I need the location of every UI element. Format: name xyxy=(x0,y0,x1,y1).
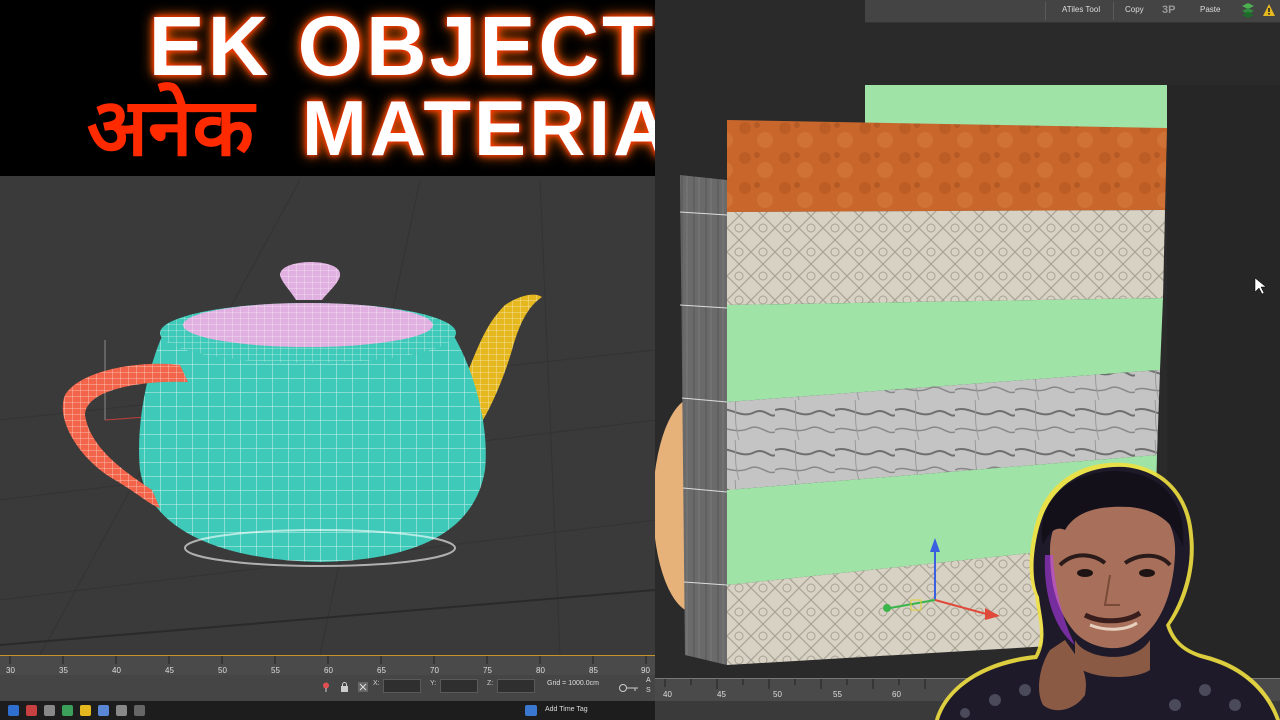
title-hindi-word: अनेक xyxy=(86,81,254,174)
tick-label: 90 xyxy=(641,666,650,675)
app-icon[interactable] xyxy=(44,705,55,716)
tick-label: 55 xyxy=(271,666,280,675)
presenter-webcam xyxy=(935,462,1280,720)
band-rust xyxy=(727,120,1167,212)
bottom-strip: Add Time Tag xyxy=(0,701,655,720)
copy-button[interactable]: Copy xyxy=(1125,0,1144,22)
tick-label: 65 xyxy=(377,666,386,675)
tick-label: 45 xyxy=(717,690,726,699)
app-icon[interactable] xyxy=(98,705,109,716)
tick-label: 45 xyxy=(165,666,174,675)
app-icon[interactable] xyxy=(116,705,127,716)
grid-size-text: Grid = 1000.0cm xyxy=(547,680,599,687)
time-ruler[interactable]: 30 35 40 45 50 55 60 65 70 75 80 85 90 xyxy=(0,655,655,676)
tick-label: 30 xyxy=(6,666,15,675)
paste-button[interactable]: Paste xyxy=(1200,0,1220,22)
x-coord-label: X: xyxy=(373,680,380,687)
tick-label: 35 xyxy=(59,666,68,675)
band-green-top xyxy=(865,85,1167,128)
add-time-tag-button[interactable]: Add Time Tag xyxy=(545,706,588,713)
wall-side-face xyxy=(680,175,727,665)
tick-label: 50 xyxy=(773,690,782,699)
status-bar: X: Y: Z: Grid = 1000.0cm A S xyxy=(0,675,655,701)
layers-icon[interactable] xyxy=(1241,2,1255,18)
tick-label: 40 xyxy=(112,666,121,675)
band-pattern xyxy=(727,210,1165,305)
tick-label: 40 xyxy=(663,690,672,699)
tick-label: 70 xyxy=(430,666,439,675)
warning-icon[interactable] xyxy=(1262,3,1276,17)
tick-label: 75 xyxy=(483,666,492,675)
lock-icon[interactable] xyxy=(340,679,349,692)
tick-label: 60 xyxy=(324,666,333,675)
tick-label: 55 xyxy=(833,690,842,699)
key-mode-icon[interactable] xyxy=(618,680,640,692)
tick-label: 60 xyxy=(892,690,901,699)
app-icon[interactable] xyxy=(62,705,73,716)
app-icon[interactable] xyxy=(8,705,19,716)
z-coord-label: Z: xyxy=(487,680,494,687)
top-toolbar: ATiles Tool Copy 3P Paste xyxy=(865,0,1280,23)
tick-label: 80 xyxy=(536,666,545,675)
timeline-left: 30 35 40 45 50 55 60 65 70 75 80 85 90 X… xyxy=(0,655,655,720)
status-stub-s: S xyxy=(646,687,651,694)
atiles-tool-button[interactable]: ATiles Tool xyxy=(1062,0,1100,22)
3p-logo-icon[interactable]: 3P xyxy=(1162,0,1175,22)
y-coord-field[interactable] xyxy=(440,679,478,693)
x-coord-field[interactable] xyxy=(383,679,421,693)
app-icon[interactable] xyxy=(134,705,145,716)
time-tag-icon[interactable] xyxy=(525,705,537,716)
pin-icon[interactable] xyxy=(322,679,330,692)
status-stub-a: A xyxy=(646,677,651,684)
z-coord-field[interactable] xyxy=(497,679,535,693)
app-icon[interactable] xyxy=(26,705,37,716)
absolute-mode-icon[interactable] xyxy=(358,679,368,692)
tick-label: 50 xyxy=(218,666,227,675)
app-icon[interactable] xyxy=(80,705,91,716)
y-coord-label: Y: xyxy=(430,680,437,687)
tick-label: 85 xyxy=(589,666,598,675)
